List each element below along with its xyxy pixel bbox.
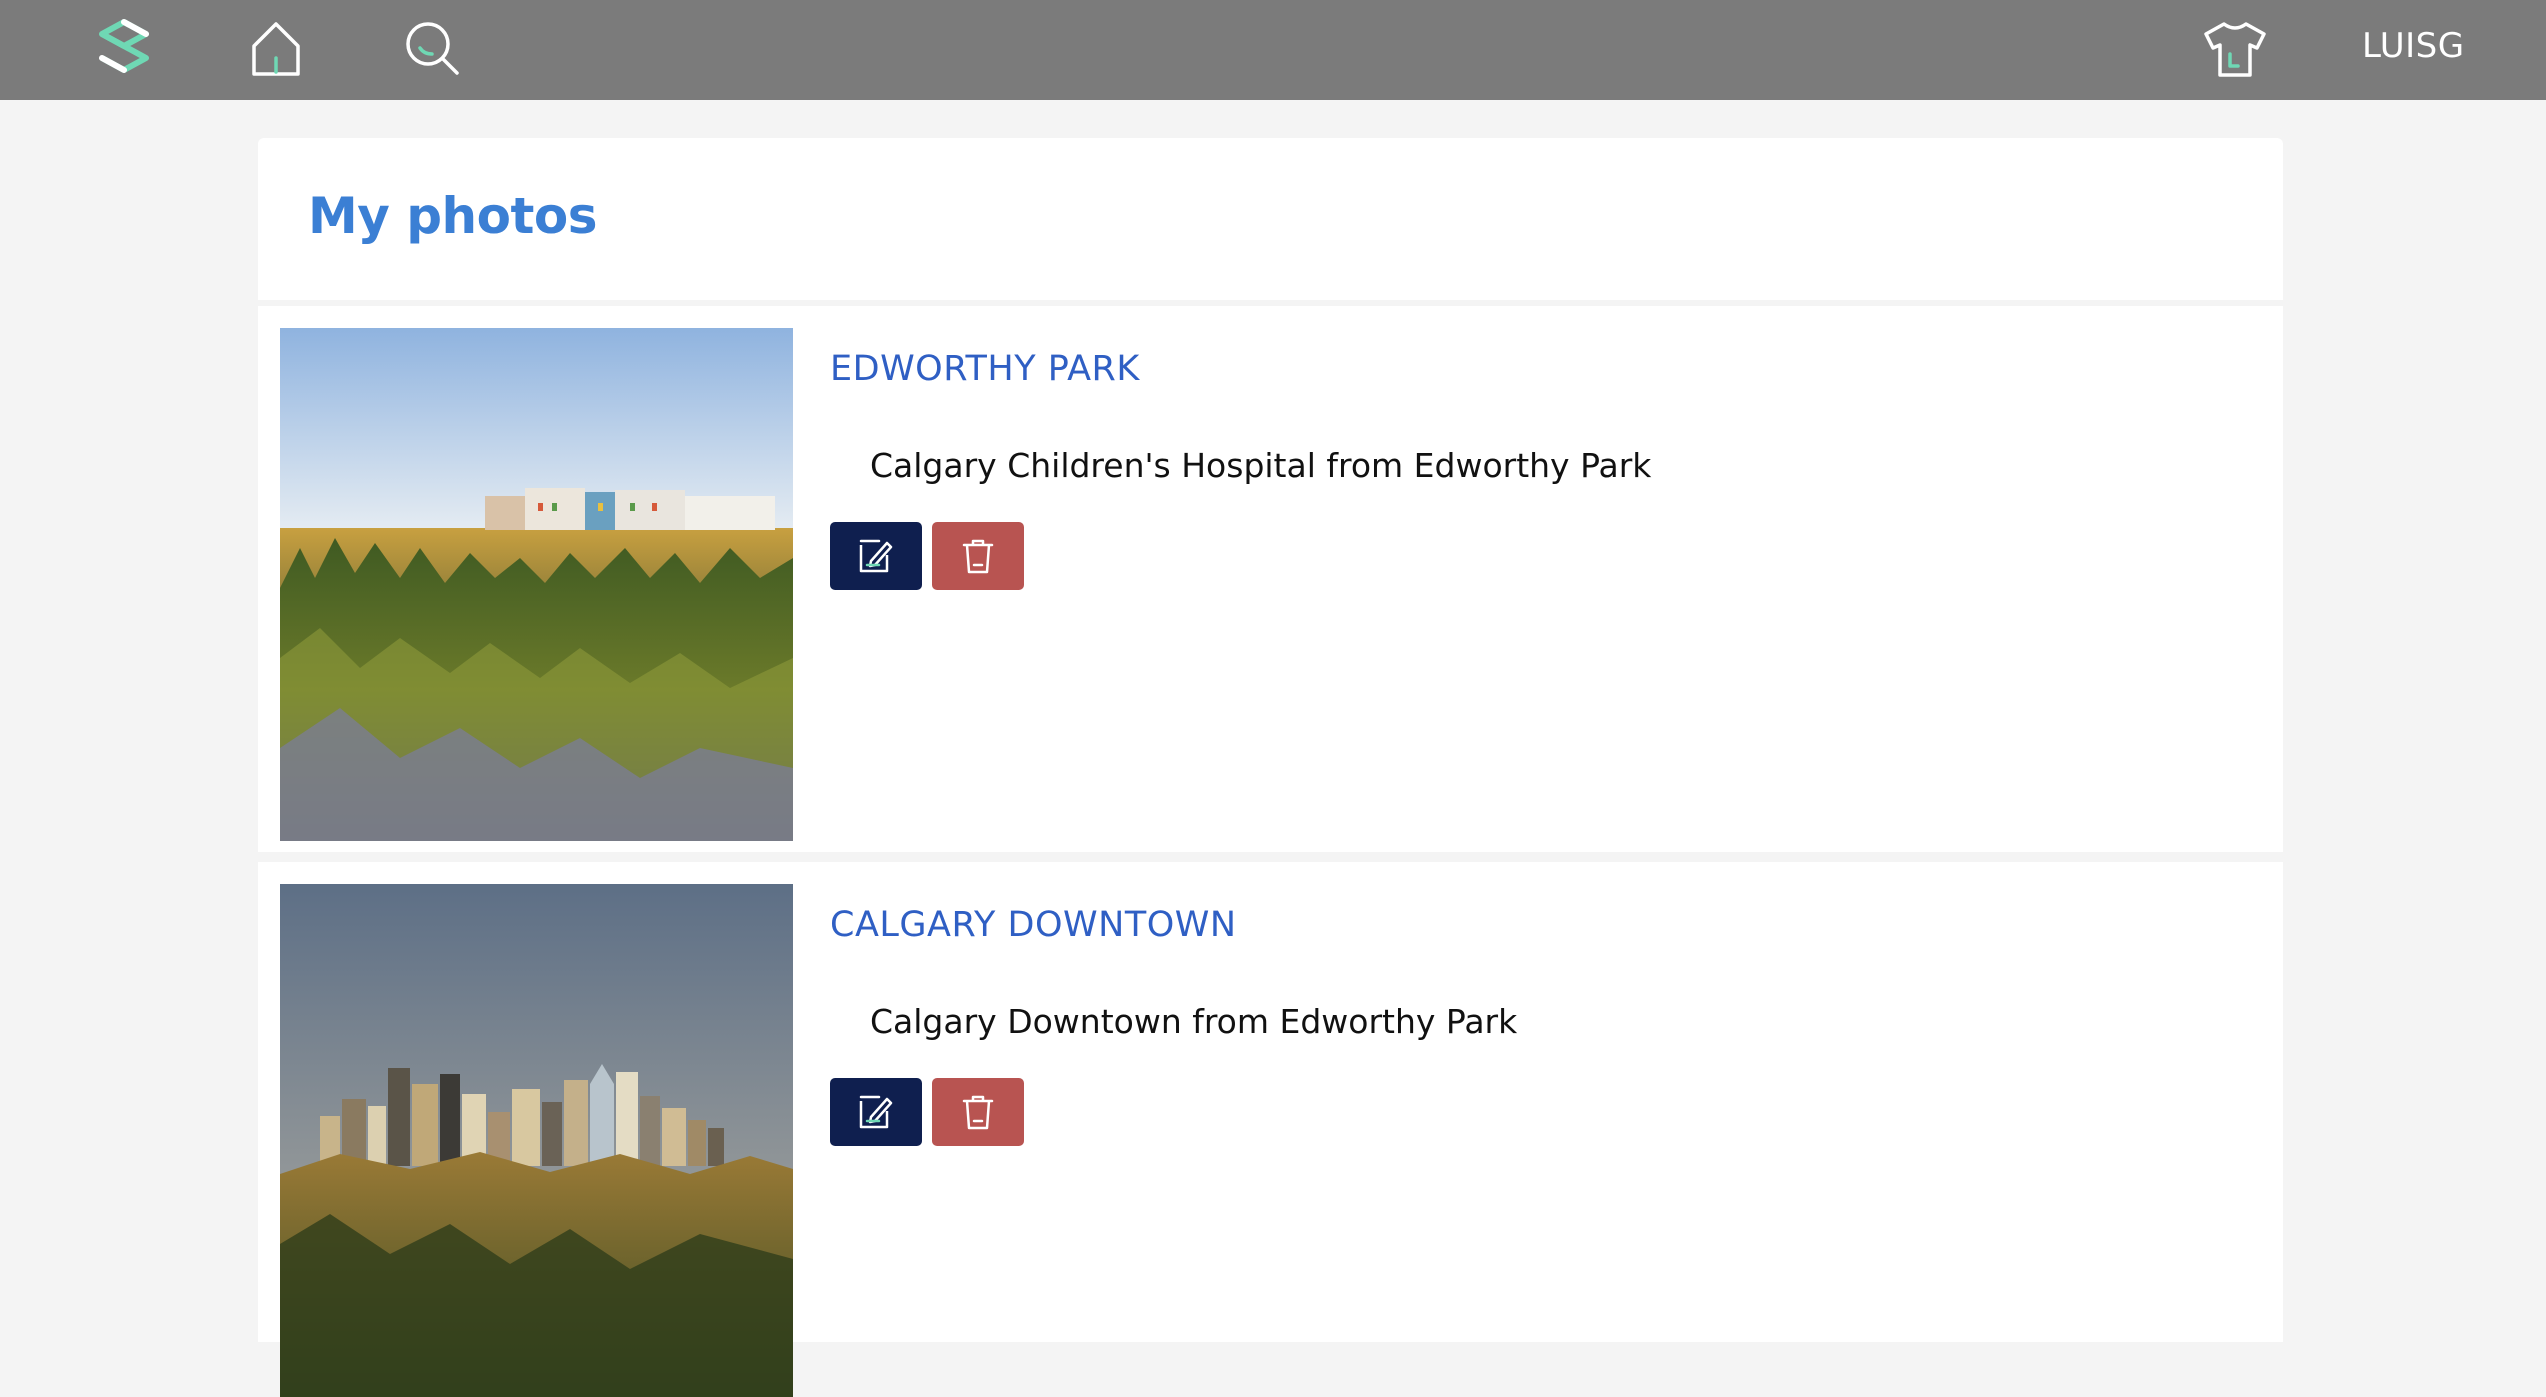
t-shirt-icon[interactable] bbox=[2202, 20, 2268, 78]
username-link[interactable]: LUISG bbox=[2362, 24, 2465, 68]
photo-title: CALGARY DOWNTOWN bbox=[830, 905, 1237, 945]
trash-icon bbox=[962, 539, 994, 574]
delete-photo-button[interactable] bbox=[932, 522, 1024, 590]
edit-photo-button[interactable] bbox=[830, 522, 922, 590]
photo-list-item: EDWORTHY PARK Calgary Children's Hospita… bbox=[258, 306, 2283, 852]
delete-photo-button[interactable] bbox=[932, 1078, 1024, 1146]
photo-list-item: CALGARY DOWNTOWN Calgary Downtown from E… bbox=[258, 862, 2283, 1397]
home-icon[interactable] bbox=[246, 18, 306, 78]
trash-icon bbox=[962, 1095, 994, 1130]
edit-photo-button[interactable] bbox=[830, 1078, 922, 1146]
photo-description: Calgary Downtown from Edworthy Park bbox=[870, 1002, 1518, 1041]
search-icon[interactable] bbox=[402, 18, 462, 78]
page-header-card: My photos bbox=[258, 138, 2283, 300]
photo-thumbnail-calgary-downtown[interactable] bbox=[280, 884, 793, 1397]
page-title: My photos bbox=[308, 187, 598, 245]
photo-title: EDWORTHY PARK bbox=[830, 349, 1140, 389]
edit-icon bbox=[859, 1095, 893, 1129]
content-panel: My photos EDWORTHY PARK Calgary Children… bbox=[258, 138, 2283, 1397]
stylized-s-logo-icon[interactable] bbox=[94, 16, 154, 76]
photo-thumbnail-edworthy-park[interactable] bbox=[280, 328, 793, 841]
edit-icon bbox=[859, 539, 893, 573]
photo-description: Calgary Children's Hospital from Edworth… bbox=[870, 446, 1652, 485]
top-navigation-bar: LUISG bbox=[0, 0, 2546, 100]
